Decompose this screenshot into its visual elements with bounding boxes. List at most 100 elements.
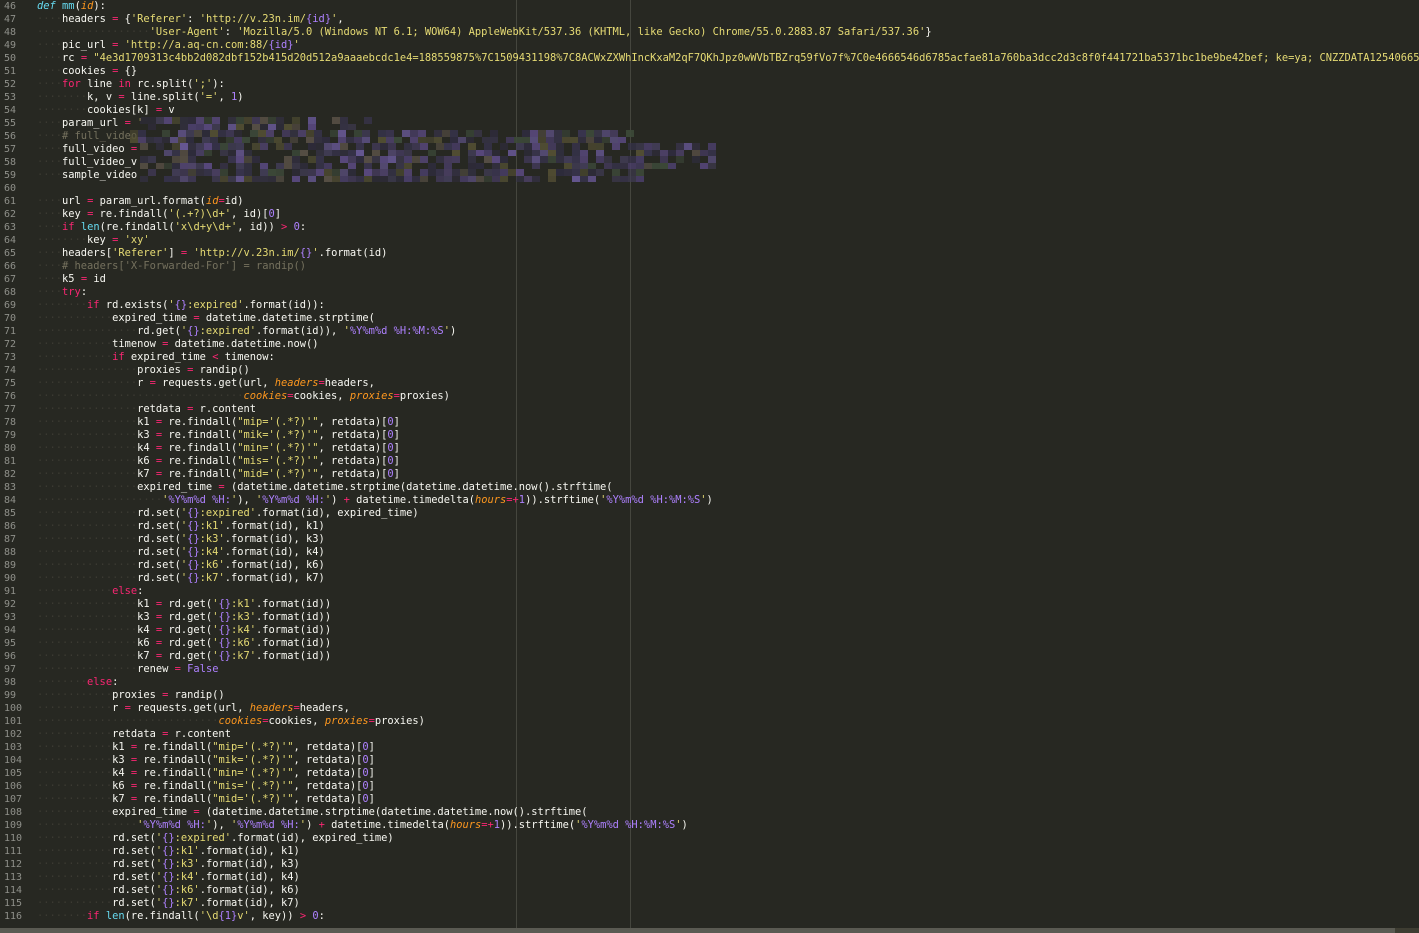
code-line[interactable]: ············expired_time = datetime.date… bbox=[37, 312, 375, 325]
code-line[interactable]: ············if expired_time < timenow: bbox=[37, 351, 275, 364]
code-line[interactable]: ·····························cookies=coo… bbox=[37, 715, 425, 728]
code-editor[interactable]: 46 47 48 49 50 51 52 53 54 55 56 57 58 59 60 61 62 63 64 65… bbox=[0, 0, 1419, 928]
scrollbar-thumb[interactable] bbox=[0, 928, 1395, 933]
code-line[interactable]: ············rd.set('{}:k6'.format(id), k… bbox=[37, 884, 300, 897]
code-line[interactable]: ················k7 = rd.get('{}:k7'.form… bbox=[37, 650, 331, 663]
code-line[interactable]: ····url = param_url.format(id=id) bbox=[37, 195, 244, 208]
redaction-block bbox=[324, 149, 332, 156]
code-line[interactable]: ················k3 = rd.get('{}:k3'.form… bbox=[37, 611, 331, 624]
code-line[interactable]: ············rd.set('{}:k1'.format(id), k… bbox=[37, 845, 300, 858]
code-line[interactable]: ····for line in rc.split(';'): bbox=[37, 78, 225, 91]
code-token: v' bbox=[237, 910, 250, 922]
code-line[interactable]: ····# headers['X-Forwarded-For'] = randi… bbox=[37, 260, 306, 273]
code-line[interactable]: ····k5 = id bbox=[37, 273, 106, 286]
indent-guide: ···· bbox=[37, 208, 63, 220]
code-line[interactable]: ················r = requests.get(url, he… bbox=[37, 377, 375, 390]
code-line[interactable]: ············rd.set('{}:k4'.format(id), k… bbox=[37, 871, 300, 884]
code-line[interactable]: def mm(id): bbox=[37, 0, 106, 13]
line-number: 54 bbox=[4, 105, 17, 116]
code-token: (datetime.datetime.strptime(datetime.dat… bbox=[199, 806, 588, 818]
code-token: .format(id)), bbox=[255, 325, 344, 337]
code-line[interactable]: ············r = requests.get(url, header… bbox=[37, 702, 350, 715]
code-line[interactable]: ········key = 'xy' bbox=[37, 234, 150, 247]
code-line[interactable]: ············rd.set('{}:expired'.format(i… bbox=[37, 832, 394, 845]
code-token: {} bbox=[187, 520, 200, 532]
code-line[interactable]: ················renew = False bbox=[37, 663, 218, 676]
code-line[interactable]: ····if len(re.findall('x\d+y\d+', id)) >… bbox=[37, 221, 306, 234]
code-line[interactable]: ················k1 = re.findall("mip='(.… bbox=[37, 416, 400, 429]
code-line[interactable]: ················k3 = re.findall("mik='(.… bbox=[37, 429, 400, 442]
code-token: k5 bbox=[62, 273, 81, 285]
code-line[interactable]: ····key = re.findall('(.+?)\d+', id)[0] bbox=[37, 208, 281, 221]
code-line[interactable]: ················rd.set('{}:k1'.format(id… bbox=[37, 520, 325, 533]
code-line[interactable]: ················rd.set('{}:expired'.form… bbox=[37, 507, 419, 520]
indent-guide: ················ bbox=[37, 546, 138, 558]
code-line[interactable]: ················proxies = randip() bbox=[37, 364, 250, 377]
code-token: key bbox=[62, 208, 88, 220]
code-line[interactable]: ················k6 = re.findall("mis='(.… bbox=[37, 455, 400, 468]
code-token: re.findall( bbox=[137, 741, 213, 753]
code-token: ) bbox=[331, 494, 344, 506]
code-line[interactable]: ············proxies = randip() bbox=[37, 689, 225, 702]
code-line[interactable]: ········else: bbox=[37, 676, 118, 689]
code-line[interactable]: ············retdata = r.content bbox=[37, 728, 231, 741]
code-line[interactable]: ················k4 = re.findall("min='(.… bbox=[37, 442, 400, 455]
code-line[interactable]: ················k1 = rd.get('{}:k1'.form… bbox=[37, 598, 331, 611]
code-line[interactable]: ············timenow = datetime.datetime.… bbox=[37, 338, 319, 351]
code-line[interactable]: ····cookies = {} bbox=[37, 65, 137, 78]
code-line[interactable]: ················rd.get('{}:expired'.form… bbox=[37, 325, 456, 338]
code-token: "mik='(.*?)'" bbox=[212, 754, 294, 766]
code-line[interactable]: ············k6 = re.findall("mis='(.*?)'… bbox=[37, 780, 375, 793]
code-line[interactable]: ····headers['Referer'] = 'http://v.23n.i… bbox=[37, 247, 387, 260]
horizontal-scrollbar[interactable] bbox=[0, 928, 1419, 933]
indent-guide: ···· bbox=[37, 13, 63, 25]
code-line[interactable]: ····················'%Y%m%d %H:'), '%Y%m… bbox=[37, 494, 713, 507]
indent-guide: ················ bbox=[37, 598, 138, 610]
code-line[interactable]: ········cookies[k] = v bbox=[37, 104, 175, 117]
code-token: ] bbox=[274, 208, 282, 220]
indent-guide: ············ bbox=[37, 728, 113, 740]
code-line[interactable]: ·································cookies… bbox=[37, 390, 450, 403]
redaction-block bbox=[204, 149, 212, 156]
code-token: rd.set( bbox=[112, 832, 156, 844]
code-line[interactable]: ················rd.set('{}:k4'.format(id… bbox=[37, 546, 325, 559]
code-token: k7 bbox=[137, 468, 156, 480]
code-line[interactable]: ····headers = {'Referer': 'http://v.23n.… bbox=[37, 13, 344, 26]
code-line[interactable]: ············k7 = re.findall("mid='(.*?)'… bbox=[37, 793, 375, 806]
redaction-block bbox=[164, 175, 172, 182]
code-line[interactable]: ············else: bbox=[37, 585, 143, 598]
code-line[interactable]: ····pic_url = 'http://a.aq-cn.com:88/{id… bbox=[37, 39, 300, 52]
code-line[interactable]: ··················'User-Agent': 'Mozilla… bbox=[37, 26, 932, 39]
code-line[interactable]: ····full_video_v bbox=[37, 156, 137, 169]
code-line[interactable]: ················k7 = re.findall("mid='(.… bbox=[37, 468, 400, 481]
code-token: :expired' bbox=[174, 832, 231, 844]
code-line[interactable]: ····full_video = bbox=[37, 143, 137, 156]
code-line[interactable]: ············k1 = re.findall("mip='(.*?)'… bbox=[37, 741, 375, 754]
code-line[interactable]: ············k4 = re.findall("min='(.*?)'… bbox=[37, 767, 375, 780]
line-number: 47 bbox=[4, 14, 17, 25]
code-line[interactable]: ················expired_time = (datetime… bbox=[37, 481, 613, 494]
code-line[interactable]: ················k4 = rd.get('{}:k4'.form… bbox=[37, 624, 331, 637]
code-line[interactable]: ················'%Y%m%d %H:'), '%Y%m%d %… bbox=[37, 819, 688, 832]
code-token: ) bbox=[681, 819, 688, 831]
code-line[interactable]: ············rd.set('{}:k7'.format(id), k… bbox=[37, 897, 300, 910]
code-line[interactable]: ····sample_video bbox=[37, 169, 137, 182]
code-line[interactable]: ····rc = "4e3d1709313c4bb2d082dbf152b415… bbox=[37, 52, 1419, 65]
code-line[interactable]: ········if len(re.findall('\d{1}v', key)… bbox=[37, 910, 325, 923]
code-line[interactable]: ········if rd.exists('{}:expired'.format… bbox=[37, 299, 325, 312]
code-line[interactable]: ····# full_video bbox=[37, 130, 137, 143]
code-line[interactable]: ····try: bbox=[37, 286, 87, 299]
code-line[interactable]: ············k3 = re.findall("mik='(.*?)'… bbox=[37, 754, 375, 767]
redaction-block bbox=[676, 156, 684, 163]
code-line[interactable]: ············rd.set('{}:k3'.format(id), k… bbox=[37, 858, 300, 871]
line-number: 62 bbox=[4, 209, 17, 220]
code-line[interactable]: ················retdata = r.content bbox=[37, 403, 256, 416]
code-line[interactable]: ····param_url = ' bbox=[37, 117, 143, 130]
code-line[interactable]: ················rd.set('{}:k3'.format(id… bbox=[37, 533, 325, 546]
code-line[interactable]: ················k6 = rd.get('{}:k6'.form… bbox=[37, 637, 331, 650]
code-line[interactable]: ············expired_time = (datetime.dat… bbox=[37, 806, 588, 819]
redaction-block bbox=[164, 149, 172, 156]
code-line[interactable]: ················rd.set('{}:k6'.format(id… bbox=[37, 559, 325, 572]
code-line[interactable]: ················rd.set('{}:k7'.format(id… bbox=[37, 572, 325, 585]
code-line[interactable]: ········k, v = line.split('=', 1) bbox=[37, 91, 244, 104]
